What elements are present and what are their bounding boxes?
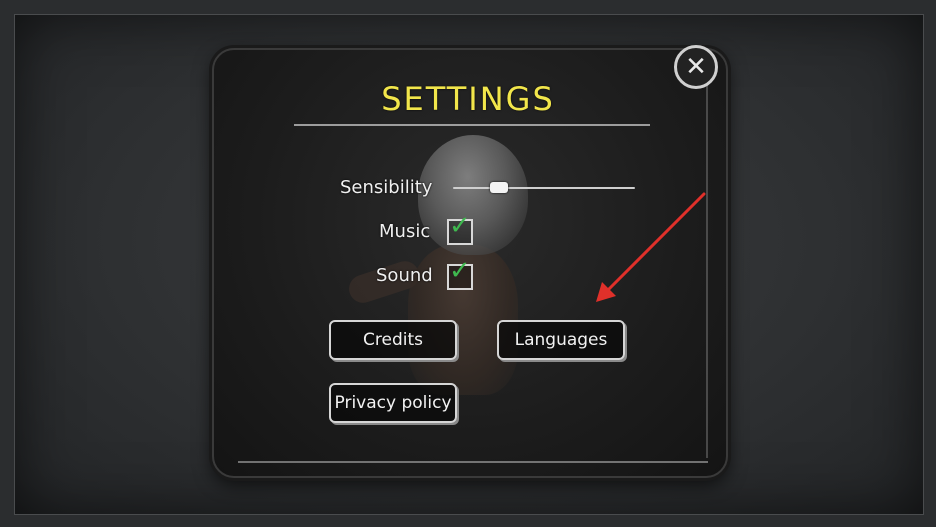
sensibility-label: Sensibility [340,177,433,198]
page-title: SETTINGS [381,80,555,118]
sound-checkbox[interactable]: ✓ [447,258,473,290]
sound-label: Sound [376,265,433,286]
music-checkbox[interactable]: ✓ [447,213,473,245]
panel-bottom-rule [238,461,708,463]
credits-button[interactable]: Credits [329,320,457,360]
close-icon[interactable]: ✕ [674,45,718,89]
red-arrow-annotation [596,192,706,302]
checkmark-icon: ✓ [449,256,471,286]
checkmark-icon: ✓ [449,211,471,241]
sensibility-slider-handle[interactable] [489,182,508,193]
music-label: Music [379,221,431,242]
ghost-doll-head [418,135,528,255]
title-divider [294,124,650,126]
privacy-policy-button[interactable]: Privacy policy [329,383,457,423]
languages-button[interactable]: Languages [497,320,625,360]
sensibility-slider[interactable] [453,187,635,189]
